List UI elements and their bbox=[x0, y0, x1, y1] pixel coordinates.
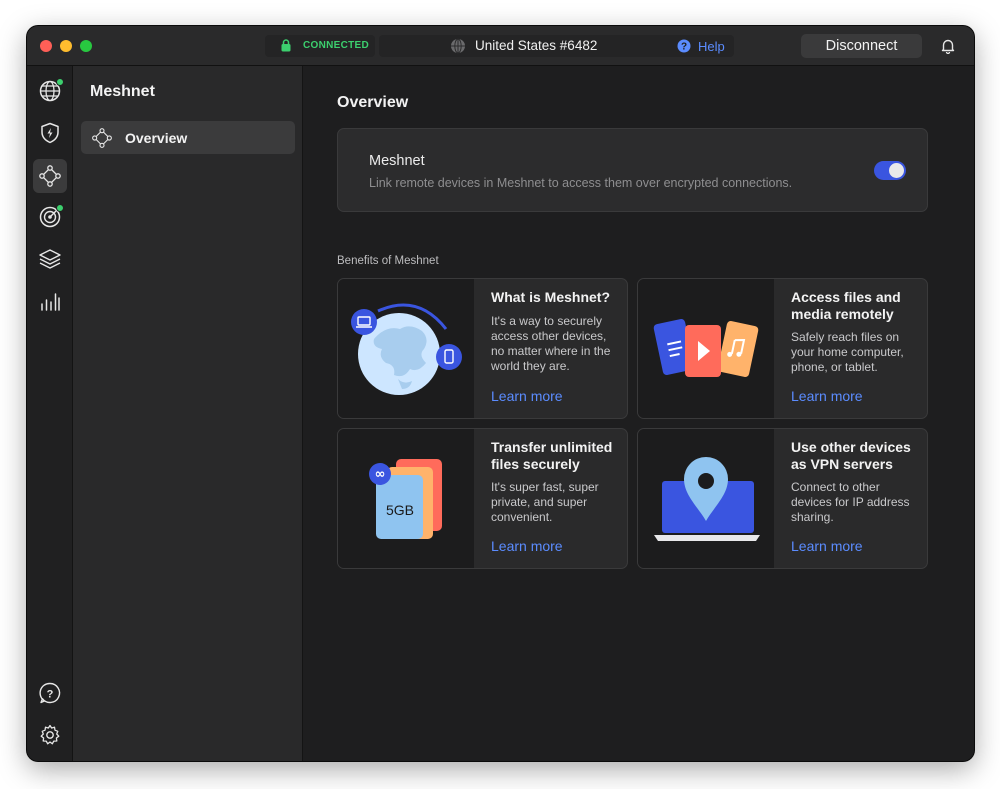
file-stack-icon: ∞ 5GB bbox=[369, 459, 442, 539]
status-badge bbox=[56, 204, 64, 212]
rail-item-help[interactable]: ? bbox=[33, 676, 67, 710]
learn-more-link[interactable]: Learn more bbox=[491, 538, 563, 554]
learn-more-link[interactable]: Learn more bbox=[491, 388, 563, 404]
rail-item-meshnet[interactable] bbox=[33, 159, 67, 193]
benefit-card-transfer-files: ∞ 5GB Transfer unlimited files securely … bbox=[337, 428, 628, 569]
meshnet-toggle[interactable] bbox=[874, 161, 906, 180]
sidebar-title: Meshnet bbox=[90, 83, 155, 100]
files-illustration bbox=[638, 279, 774, 418]
rail-item-threat-protection[interactable] bbox=[33, 116, 67, 150]
card-description: It's a way to securely access other devi… bbox=[491, 314, 611, 373]
server-name: United States #6482 bbox=[475, 38, 598, 53]
main-content: Overview Meshnet Link remote devices in … bbox=[304, 66, 974, 761]
sidebar-item-label: Overview bbox=[125, 130, 188, 146]
rail-item-dark-web-monitor[interactable] bbox=[33, 200, 67, 234]
world-devices-icon bbox=[351, 303, 462, 395]
learn-more-link[interactable]: Learn more bbox=[791, 538, 863, 554]
close-window-button[interactable] bbox=[40, 40, 52, 52]
card-title: Transfer unlimited files securely bbox=[491, 439, 613, 472]
lock-icon bbox=[281, 39, 291, 52]
server-selector[interactable]: United States #6482 ? Help bbox=[379, 35, 734, 57]
sidebar-item-overview[interactable]: Overview bbox=[81, 121, 295, 154]
card-description: Connect to other devices for IP address … bbox=[791, 480, 910, 524]
svg-text:∞: ∞ bbox=[375, 467, 386, 482]
help-icon[interactable]: ? bbox=[677, 39, 691, 53]
icon-rail: ? bbox=[27, 66, 73, 761]
card-title: Access files and media remotely bbox=[791, 289, 901, 322]
meshnet-icon bbox=[92, 128, 112, 148]
transfer-illustration: ∞ 5GB bbox=[338, 429, 474, 568]
globe-icon bbox=[451, 38, 465, 54]
minimize-window-button[interactable] bbox=[60, 40, 72, 52]
benefit-card-what-is-meshnet: What is Meshnet? It's a way to securely … bbox=[337, 278, 628, 419]
app-window: CONNECTED United States #6482 ? Help Dis… bbox=[27, 26, 974, 761]
layers-icon bbox=[39, 249, 61, 269]
page-title: Overview bbox=[337, 94, 409, 111]
bar-chart-icon bbox=[41, 293, 60, 311]
benefit-card-access-files: Access files and media remotely Safely r… bbox=[637, 278, 928, 419]
globe-illustration bbox=[338, 279, 474, 418]
laptop-location-icon bbox=[654, 457, 760, 541]
help-chat-icon: ? bbox=[39, 682, 61, 704]
status-badge bbox=[56, 78, 64, 86]
svg-text:?: ? bbox=[681, 42, 687, 53]
maximize-window-button[interactable] bbox=[80, 40, 92, 52]
learn-more-link[interactable]: Learn more bbox=[791, 388, 863, 404]
card-description: It's super fast, super private, and supe… bbox=[491, 480, 599, 524]
disconnect-button[interactable]: Disconnect bbox=[801, 34, 922, 58]
help-link[interactable]: Help bbox=[698, 39, 725, 54]
card-title: Use other devices as VPN servers bbox=[791, 439, 911, 472]
meshnet-toggle-card: Meshnet Link remote devices in Meshnet t… bbox=[337, 128, 928, 212]
gear-icon bbox=[40, 724, 60, 745]
benefits-heading: Benefits of Meshnet bbox=[337, 255, 439, 267]
rail-item-settings[interactable] bbox=[33, 718, 67, 752]
rail-item-quick-connect[interactable] bbox=[33, 74, 67, 108]
laptop-illustration bbox=[638, 429, 774, 568]
bell-icon[interactable] bbox=[940, 38, 956, 54]
sidebar: Meshnet Overview bbox=[73, 66, 303, 761]
card-description: Safely reach files on your home computer… bbox=[791, 330, 904, 374]
toggle-description: Link remote devices in Meshnet to access… bbox=[369, 176, 793, 190]
connection-status: CONNECTED bbox=[265, 35, 375, 57]
title-bar: CONNECTED United States #6482 ? Help Dis… bbox=[27, 26, 974, 66]
file-size-label: 5GB bbox=[386, 502, 414, 518]
shield-bolt-icon bbox=[41, 122, 59, 144]
rail-item-statistics[interactable] bbox=[33, 285, 67, 319]
toggle-title: Meshnet bbox=[369, 153, 425, 169]
svg-text:?: ? bbox=[47, 689, 54, 701]
rail-item-split-tunneling[interactable] bbox=[33, 242, 67, 276]
media-files-icon bbox=[653, 318, 759, 378]
status-text: CONNECTED bbox=[303, 40, 370, 51]
card-title: What is Meshnet? bbox=[491, 289, 611, 305]
toggle-knob bbox=[889, 163, 904, 178]
benefit-card-vpn-servers: Use other devices as VPN servers Connect… bbox=[637, 428, 928, 569]
meshnet-icon bbox=[39, 165, 61, 187]
